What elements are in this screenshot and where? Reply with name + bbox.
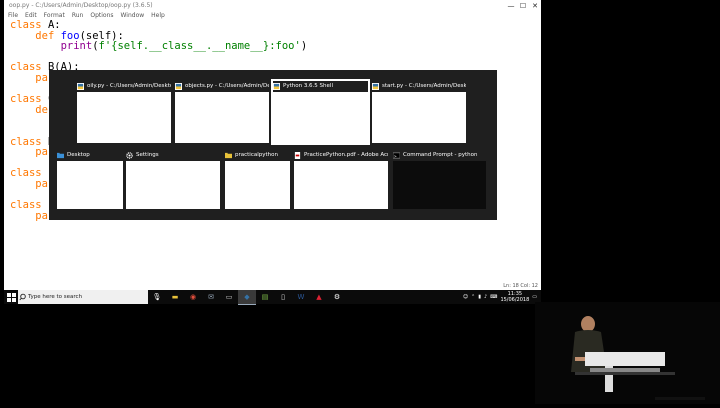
window-preview	[126, 161, 220, 209]
mail-icon[interactable]: ✉	[202, 290, 220, 304]
switcher-label: practicalpython	[235, 152, 278, 158]
switcher-label: Command Prompt - python	[403, 152, 478, 158]
gear-icon	[126, 151, 133, 159]
start-button[interactable]	[4, 290, 18, 304]
switcher-window[interactable]: > Command Prompt - python	[393, 150, 486, 209]
presenter-video	[535, 302, 720, 404]
menu-file[interactable]: File	[8, 12, 18, 19]
window-titlebar[interactable]: oop.py - C:/Users/Admin/Desktop/oop.py (…	[4, 0, 541, 11]
switcher-label: objects.py - C:/Users/Admin/De...	[185, 83, 269, 89]
status-bar: Ln: 18 Col: 12	[503, 283, 538, 289]
cmd-icon: >	[393, 152, 400, 158]
gear-icon[interactable]: ⚙	[328, 290, 346, 304]
switcher-window[interactable]: practicalpython	[225, 150, 290, 209]
switcher-window[interactable]: Settings	[126, 150, 220, 209]
taskbar: Type here to search 🎙 ▬ ◉ ✉ ▭ ◆ ▤ ▯ W ▲ ⚙ ☺ ⌃ ▮ ♪ …	[4, 289, 541, 305]
code-line: print(f'{self.__class__.__name__}:foo')	[60, 40, 308, 53]
search-placeholder: Type here to search	[28, 294, 83, 300]
window-preview	[57, 161, 123, 209]
switcher-label: oily.py - C:/Users/Admin/Deskto...	[87, 83, 171, 89]
window-preview	[175, 92, 269, 143]
switcher-window-title: practicalpython	[225, 150, 290, 160]
volume-icon[interactable]: ♪	[484, 294, 487, 300]
maximize-button[interactable]: ☐	[517, 2, 529, 10]
clock[interactable]: 11:35 15/06/2018	[500, 291, 529, 303]
network-icon[interactable]: ▮	[478, 294, 481, 300]
menu-format[interactable]: Format	[44, 12, 65, 19]
window-preview	[225, 161, 290, 209]
folder-icon	[57, 152, 64, 158]
switcher-label: Settings	[136, 152, 159, 158]
folder-icon	[225, 152, 232, 158]
menu-help[interactable]: Help	[151, 12, 165, 19]
close-button[interactable]: ✕	[529, 2, 541, 10]
switcher-window-title: Desktop	[57, 150, 123, 160]
system-tray: ☺ ⌃ ▮ ♪ ⌨ 11:35 15/06/2018 ▭	[463, 291, 541, 303]
minimize-button[interactable]: —	[505, 2, 517, 10]
chrome-icon[interactable]: ◉	[184, 290, 202, 304]
menu-bar: File Edit Format Run Options Window Help	[4, 11, 541, 20]
task-switcher: oily.py - C:/Users/Admin/Deskto... object…	[49, 70, 497, 220]
python-idle-icon[interactable]: ◆	[238, 289, 256, 305]
window-preview	[294, 161, 388, 209]
people-icon[interactable]: ☺	[463, 294, 468, 300]
notifications-icon[interactable]: ▭	[532, 294, 537, 300]
pdf-icon[interactable]: ▲	[310, 290, 328, 304]
window-title: oop.py - C:/Users/Admin/Desktop/oop.py (…	[9, 2, 153, 9]
presenter-photo	[535, 302, 720, 404]
python-shell-icon	[273, 82, 280, 90]
terminal-icon[interactable]: ▭	[220, 290, 238, 304]
svg-text:>: >	[394, 154, 397, 158]
switcher-window[interactable]: objects.py - C:/Users/Admin/De...	[175, 81, 269, 143]
switcher-window-title: Settings	[126, 150, 220, 160]
switcher-window[interactable]: start.py - C:/Users/Admin/Deskt...	[372, 81, 466, 143]
switcher-window-title: Python 3.6.5 Shell	[273, 81, 368, 91]
switcher-window-title: start.py - C:/Users/Admin/Deskt...	[372, 81, 466, 91]
switcher-window-title: > Command Prompt - python	[393, 150, 486, 160]
keyboard-icon[interactable]: ⌨	[490, 294, 497, 300]
menu-window[interactable]: Window	[121, 12, 145, 19]
folder-icon[interactable]: ▬	[166, 290, 184, 304]
search-box[interactable]: Type here to search	[18, 290, 148, 304]
switcher-window[interactable]: PracticePython.pdf - Adobe Acr...	[294, 150, 388, 209]
python-idle-icon	[372, 82, 379, 90]
window-preview	[77, 92, 171, 143]
menu-run[interactable]: Run	[72, 12, 84, 19]
word-icon[interactable]: W	[292, 290, 310, 304]
notepad-icon[interactable]: ▤	[256, 290, 274, 304]
switcher-label: Desktop	[67, 152, 90, 158]
clock-date: 15/06/2018	[500, 297, 530, 303]
chevron-up-icon[interactable]: ⌃	[471, 294, 475, 300]
switcher-window[interactable]: Desktop	[57, 150, 123, 209]
switcher-label: Python 3.6.5 Shell	[283, 83, 333, 89]
file-icon[interactable]: ▯	[274, 290, 292, 304]
switcher-label: PracticePython.pdf - Adobe Acr...	[304, 152, 388, 158]
menu-options[interactable]: Options	[90, 12, 113, 19]
switcher-window[interactable]: Python 3.6.5 Shell	[271, 79, 370, 145]
switcher-window-title: oily.py - C:/Users/Admin/Deskto...	[77, 81, 171, 91]
python-idle-icon	[175, 82, 182, 90]
switcher-window-title: PracticePython.pdf - Adobe Acr...	[294, 150, 388, 160]
window-preview	[372, 92, 466, 143]
window-preview	[393, 161, 486, 209]
window-preview	[273, 92, 368, 143]
python-idle-icon	[77, 82, 84, 90]
windows-icon	[6, 292, 16, 302]
mic-icon[interactable]: 🎙	[148, 290, 166, 304]
menu-edit[interactable]: Edit	[25, 12, 37, 19]
search-icon	[19, 293, 26, 301]
switcher-window-title: objects.py - C:/Users/Admin/De...	[175, 81, 269, 91]
switcher-window[interactable]: oily.py - C:/Users/Admin/Deskto...	[77, 81, 171, 143]
pdf-icon	[294, 151, 301, 159]
switcher-label: start.py - C:/Users/Admin/Deskt...	[382, 83, 466, 89]
